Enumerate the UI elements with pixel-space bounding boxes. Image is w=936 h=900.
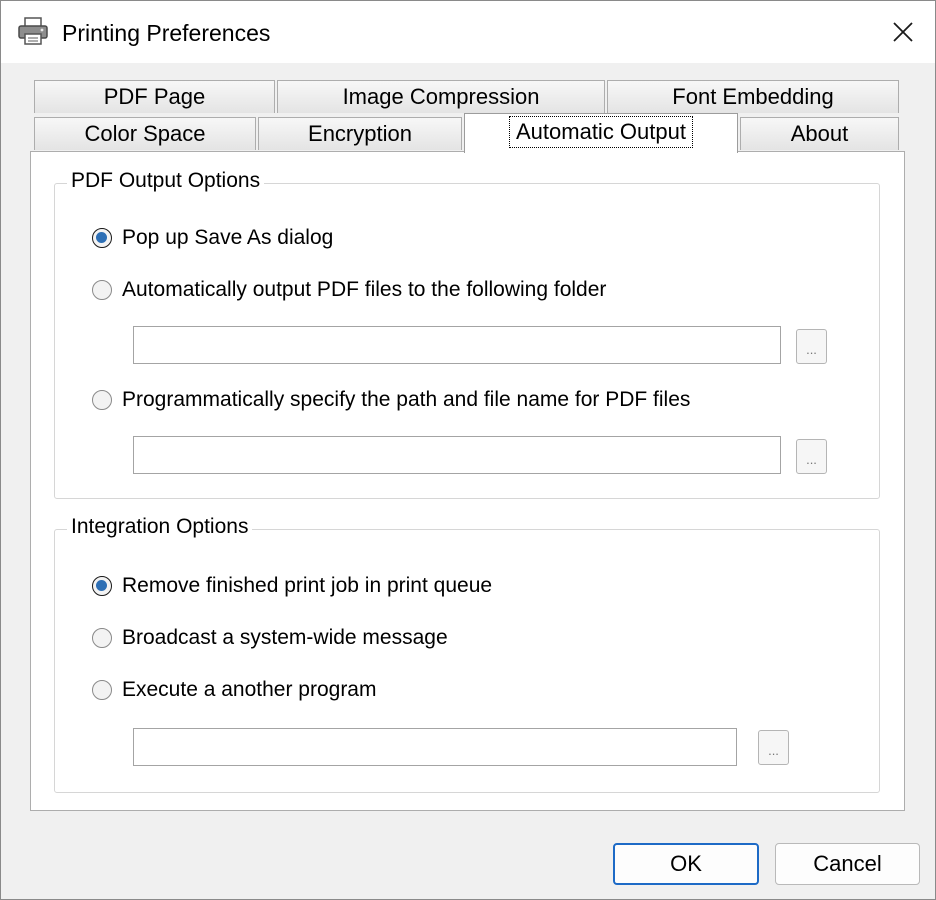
radio-programmatic-path[interactable]: Programmatically specify the path and fi…	[92, 388, 690, 412]
group-legend: Integration Options	[67, 514, 253, 540]
printing-preferences-dialog: Printing Preferences PDF Page Image Comp…	[0, 0, 936, 900]
title-bar: Printing Preferences	[1, 1, 935, 63]
close-icon	[893, 22, 913, 42]
tab-label: Automatic Output	[509, 116, 693, 148]
pdf-output-options-group: PDF Output Options Pop up Save As dialog…	[54, 168, 880, 499]
browse-program-button[interactable]: ...	[758, 730, 789, 765]
tab-label: About	[790, 121, 849, 146]
tab-font-embedding[interactable]: Font Embedding	[607, 80, 899, 113]
radio-button[interactable]	[92, 628, 112, 648]
radio-button[interactable]	[92, 390, 112, 410]
ok-button[interactable]: OK	[613, 843, 759, 885]
tab-label: Encryption	[308, 121, 412, 146]
group-legend: PDF Output Options	[67, 168, 265, 194]
tab-label: Font Embedding	[672, 84, 834, 109]
cancel-button[interactable]: Cancel	[775, 843, 920, 885]
browse-folder-button[interactable]: ...	[796, 329, 827, 364]
close-button[interactable]	[871, 1, 935, 63]
output-folder-input[interactable]	[133, 326, 781, 364]
tab-label: Color Space	[84, 121, 206, 146]
automatic-output-panel: PDF Output Options Pop up Save As dialog…	[30, 151, 905, 811]
tab-about[interactable]: About	[740, 117, 899, 150]
tab-label: Image Compression	[342, 84, 540, 109]
tab-automatic-output[interactable]: Automatic Output	[464, 113, 738, 153]
printer-icon	[18, 17, 48, 45]
radio-execute-program[interactable]: Execute a another program	[92, 678, 376, 702]
radio-label: Remove finished print job in print queue	[122, 574, 493, 597]
radio-button[interactable]	[92, 280, 112, 300]
tab-image-compression[interactable]: Image Compression	[277, 80, 605, 113]
tab-color-space[interactable]: Color Space	[34, 117, 256, 150]
radio-label: Programmatically specify the path and fi…	[122, 388, 691, 411]
radio-label: Execute a another program	[122, 678, 377, 701]
browse-path-button[interactable]: ...	[796, 439, 827, 474]
pdf-path-input[interactable]	[133, 436, 781, 474]
radio-button[interactable]	[92, 680, 112, 700]
program-path-input[interactable]	[133, 728, 737, 766]
radio-button[interactable]	[92, 228, 112, 248]
radio-broadcast-message[interactable]: Broadcast a system-wide message	[92, 626, 448, 650]
tab-encryption[interactable]: Encryption	[258, 117, 462, 150]
window-title: Printing Preferences	[62, 20, 271, 46]
radio-label: Broadcast a system-wide message	[122, 626, 448, 649]
radio-popup-save-as[interactable]: Pop up Save As dialog	[92, 226, 333, 250]
radio-label: Automatically output PDF files to the fo…	[122, 278, 607, 301]
radio-label: Pop up Save As dialog	[122, 226, 334, 249]
radio-remove-print-job[interactable]: Remove finished print job in print queue	[92, 574, 492, 598]
tab-pdf-page[interactable]: PDF Page	[34, 80, 275, 113]
radio-button[interactable]	[92, 576, 112, 596]
tab-label: PDF Page	[103, 84, 206, 109]
radio-auto-output-folder[interactable]: Automatically output PDF files to the fo…	[92, 278, 606, 302]
integration-options-group: Integration Options Remove finished prin…	[54, 514, 880, 793]
